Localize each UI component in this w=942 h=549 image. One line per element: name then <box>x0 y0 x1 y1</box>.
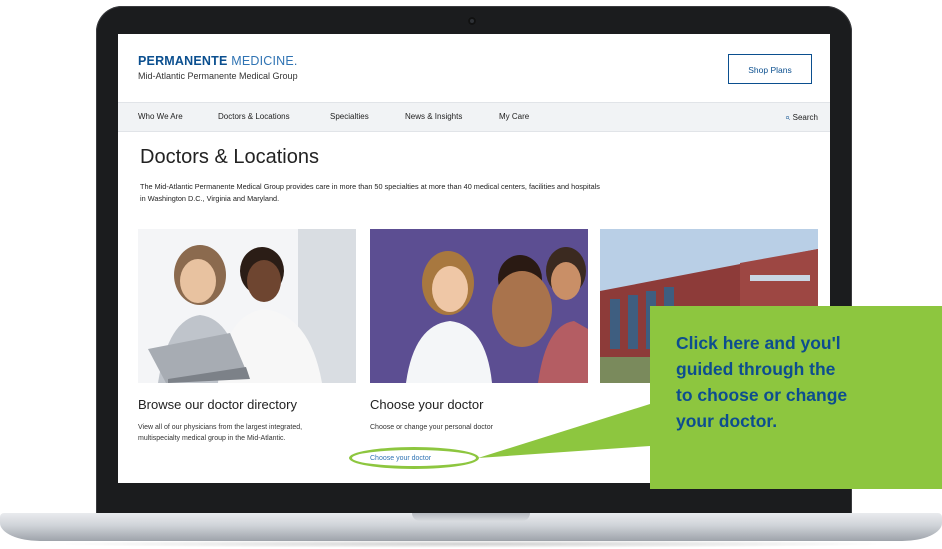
site-logo[interactable]: PERMANENTE MEDICINE. <box>138 54 298 68</box>
page-title: Doctors & Locations <box>140 146 319 168</box>
laptop-notch <box>412 513 530 521</box>
nav-news-insights[interactable]: News & Insights <box>405 103 462 131</box>
card-choose-doctor: Choose your doctor Choose or change your… <box>370 229 588 462</box>
doctor-child-photo[interactable] <box>370 229 588 383</box>
search-icon: ⌕ <box>784 112 790 122</box>
logo-wordmark-bold: PERMANENTE <box>138 54 228 68</box>
nav-doctors-locations[interactable]: Doctors & Locations <box>218 103 290 131</box>
shop-plans-button[interactable]: Shop Plans <box>728 54 812 84</box>
logo-wordmark-light: MEDICINE. <box>231 54 298 68</box>
card-title[interactable]: Choose your doctor <box>370 397 483 412</box>
card-description: Choose or change your personal doctor <box>370 424 493 431</box>
nav-search[interactable]: ⌕ Search <box>785 103 818 132</box>
nav-who-we-are[interactable]: Who We Are <box>138 103 183 131</box>
search-label: Search <box>792 113 818 122</box>
choose-your-doctor-link[interactable]: Choose your doctor <box>370 455 431 462</box>
nav-specialties[interactable]: Specialties <box>330 103 369 131</box>
callout-text: Click here and you'l guided through the … <box>676 333 848 431</box>
card-title[interactable]: Browse our doctor directory <box>138 397 297 412</box>
laptop-shadow <box>40 540 902 548</box>
card-description: View all of our physicians from the larg… <box>138 424 303 442</box>
page-intro: The Mid-Atlantic Permanente Medical Grou… <box>140 182 600 203</box>
logo-subtitle: Mid-Atlantic Permanente Medical Group <box>138 71 298 81</box>
couple-laptop-photo[interactable] <box>138 229 356 383</box>
callout-box: Click here and you'l guided through the … <box>650 306 942 489</box>
laptop-base <box>0 513 942 541</box>
site-header: PERMANENTE MEDICINE. Mid-Atlantic Perman… <box>118 34 830 96</box>
main-nav: Who We Are Doctors & Locations Specialti… <box>118 102 830 132</box>
webcam-icon <box>468 17 476 25</box>
card-browse-directory: Browse our doctor directory View all of … <box>138 229 356 442</box>
nav-my-care[interactable]: My Care <box>499 103 529 131</box>
